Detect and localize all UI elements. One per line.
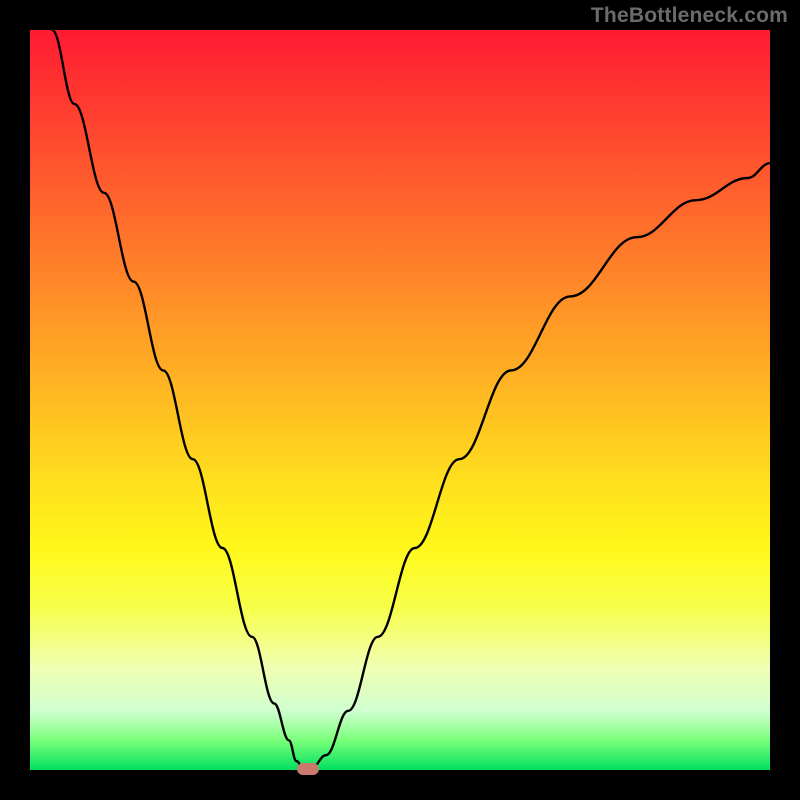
curve-svg (30, 30, 770, 770)
optimal-marker (297, 763, 319, 775)
chart-container: TheBottleneck.com (0, 0, 800, 800)
watermark-text: TheBottleneck.com (591, 4, 788, 28)
bottleneck-curve (52, 30, 770, 769)
plot-area (30, 30, 770, 770)
